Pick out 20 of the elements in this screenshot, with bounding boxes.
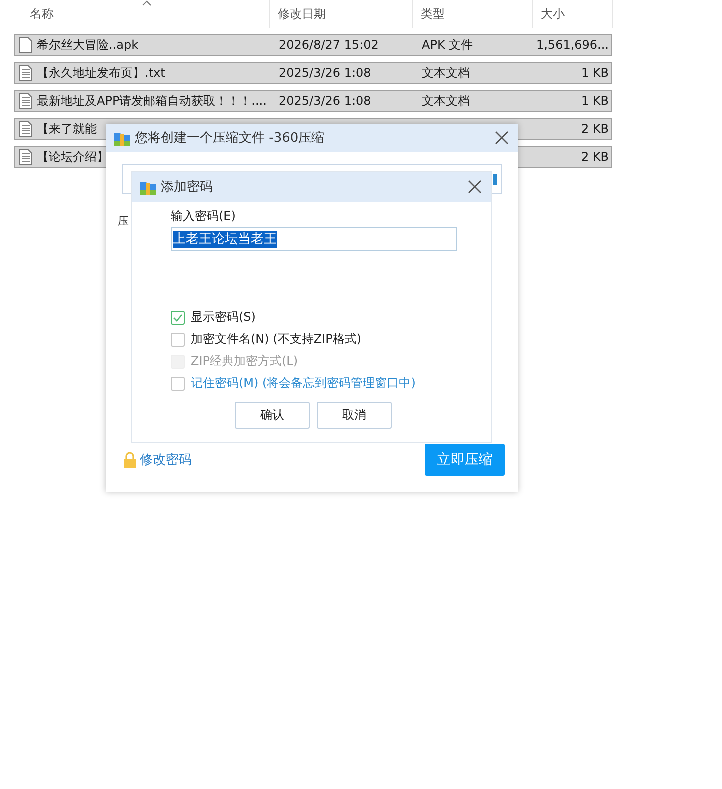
window-title: 您将创建一个压缩文件 -360压缩 [135,130,326,147]
file-size: 2 KB [580,150,610,164]
field-label: 输入密码(E) [171,208,237,225]
window-title: 添加密码 [161,179,214,196]
file-name: 最新地址及APP请发邮箱自动获取！！！.... [37,92,267,110]
modified-date: 2026/8/27 15:02 [278,38,380,52]
modified-date: 2025/3/26 1:08 [278,94,372,108]
file-size: 1 KB [580,94,610,108]
file-type: APK 文件 [421,36,474,54]
file-name: 【永久地址发布页】.txt [37,64,166,82]
file-type: 文本文档 [421,92,471,110]
field-label: 压 [118,214,129,229]
file-type: 文本文档 [421,64,471,82]
file-size: 1 KB [580,66,610,80]
file-name: 【来了就能 [37,120,97,138]
file-name: 希尔丝大冒险..apk [37,36,139,54]
file-size: 2 KB [580,122,610,136]
file-name: 【论坛介绍】 [37,148,109,166]
file-size: 1,561,696... [535,38,610,52]
modified-date: 2025/3/26 1:08 [278,66,372,80]
